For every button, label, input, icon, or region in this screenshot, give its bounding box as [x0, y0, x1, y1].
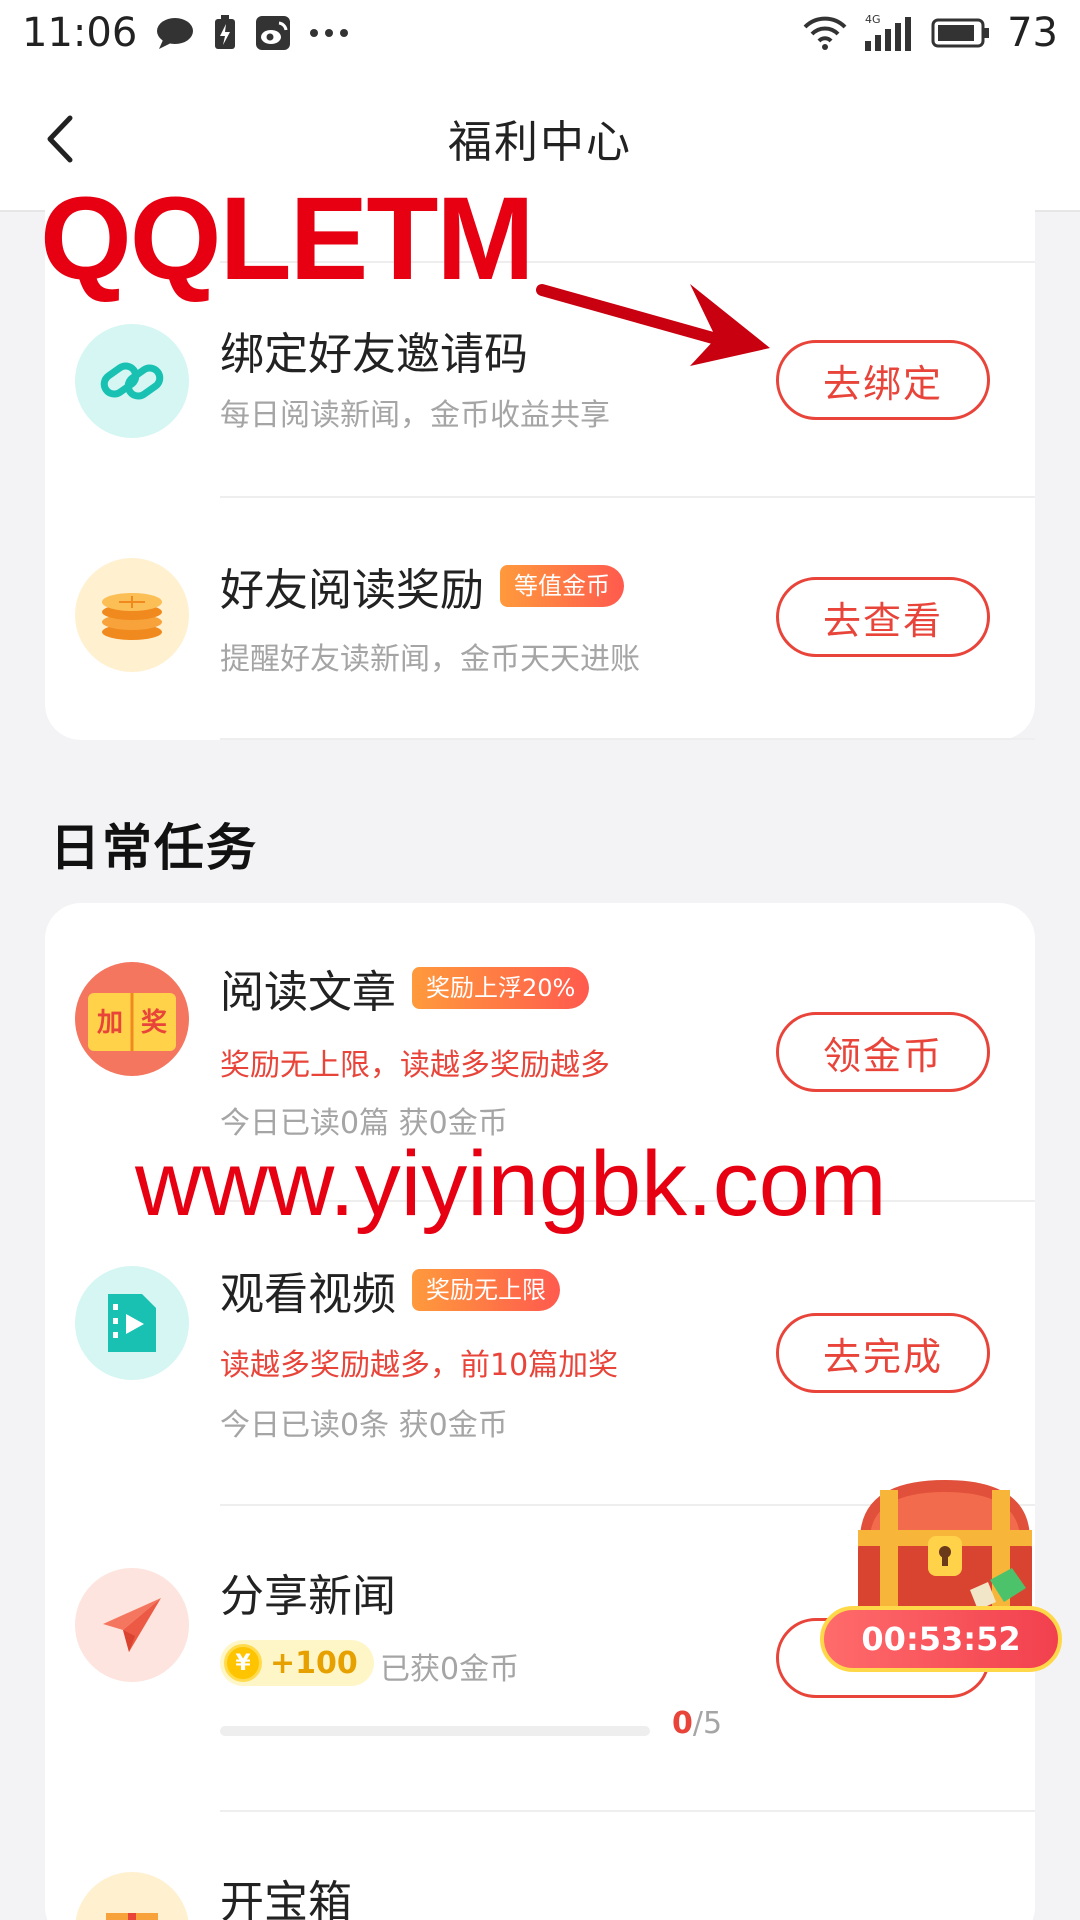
chevron-left-icon: [47, 115, 73, 163]
progress-current: 0: [672, 1706, 693, 1741]
coin-icon: ¥: [224, 1644, 262, 1682]
battery-level: 73: [1007, 10, 1058, 56]
task-subtitle-red: 读越多奖励越多，前10篇加奖: [220, 1348, 619, 1383]
coins-icon: [75, 558, 189, 672]
earned-text: 已获0金币: [380, 1652, 520, 1687]
chat-icon: [155, 16, 195, 50]
svg-text:奖: 奖: [141, 1007, 168, 1038]
task-tag: 等值金币: [500, 565, 624, 607]
watermark-text: QQLETM: [40, 173, 535, 305]
share-progress-bar: [220, 1726, 650, 1736]
progress-count: 0/5: [672, 1706, 722, 1741]
task-title-read-articles: 阅读文章 奖励上浮20%: [220, 956, 590, 1020]
wifi-icon: [803, 15, 847, 51]
charging-icon: [213, 15, 237, 51]
bind-button[interactable]: 去绑定: [776, 340, 990, 420]
back-button[interactable]: [40, 112, 84, 166]
network-type: 4G: [865, 13, 881, 26]
status-bar: 11:06 4G 73: [0, 0, 1080, 66]
view-button[interactable]: 去查看: [776, 577, 990, 657]
progress-total: /5: [692, 1706, 723, 1741]
treasure-timer[interactable]: 00:53:52: [820, 1606, 1062, 1672]
task-tag: 奖励无上限: [412, 1269, 560, 1311]
video-icon: [75, 1266, 189, 1380]
task-title-open-box: 开宝箱: [220, 1877, 352, 1920]
watermark-url: www.yiyingbk.com: [135, 1133, 887, 1235]
divider: [220, 1810, 1035, 1812]
divider: [220, 738, 1035, 740]
complete-button[interactable]: 去完成: [776, 1313, 990, 1393]
link-icon: [75, 324, 189, 438]
page-title: 福利中心: [448, 117, 632, 168]
task-title-watch-videos: 观看视频 奖励无上限: [220, 1258, 560, 1322]
arrow-icon: [536, 284, 770, 366]
task-tag: 奖励上浮20%: [412, 967, 590, 1009]
signal-icon: 4G: [863, 13, 915, 53]
section-title-daily-tasks: 日常任务: [50, 819, 258, 877]
reward-pill: ¥ +100: [220, 1640, 374, 1686]
task-title-text: 观看视频: [220, 1269, 396, 1320]
task-title-share-news: 分享新闻: [220, 1571, 396, 1622]
task-progress-text: 今日已读0条 获0金币: [220, 1408, 508, 1443]
bonus-book-icon: 加奖: [75, 962, 189, 1076]
paper-plane-icon: [75, 1568, 189, 1682]
status-time: 11:06: [22, 10, 138, 56]
divider: [220, 496, 1035, 498]
more-notifications-icon: [309, 28, 349, 38]
weibo-icon: [255, 15, 291, 51]
collect-coins-button[interactable]: 领金币: [776, 1012, 990, 1092]
svg-text:加: 加: [97, 1008, 123, 1038]
reward-amount: +100: [270, 1645, 358, 1681]
task-subtitle-red: 奖励无上限，读越多奖励越多: [220, 1048, 610, 1083]
task-title-bind-invite: 绑定好友邀请码: [220, 329, 528, 380]
task-title-text: 阅读文章: [220, 967, 396, 1018]
battery-icon: [931, 16, 991, 50]
task-subtitle-friend-reward: 提醒好友读新闻，金币天天进账: [220, 642, 640, 677]
task-title-friend-reward: 好友阅读奖励 等值金币: [220, 554, 624, 618]
task-title-text: 好友阅读奖励: [220, 565, 484, 616]
task-subtitle-bind-invite: 每日阅读新闻，金币收益共享: [220, 398, 610, 433]
